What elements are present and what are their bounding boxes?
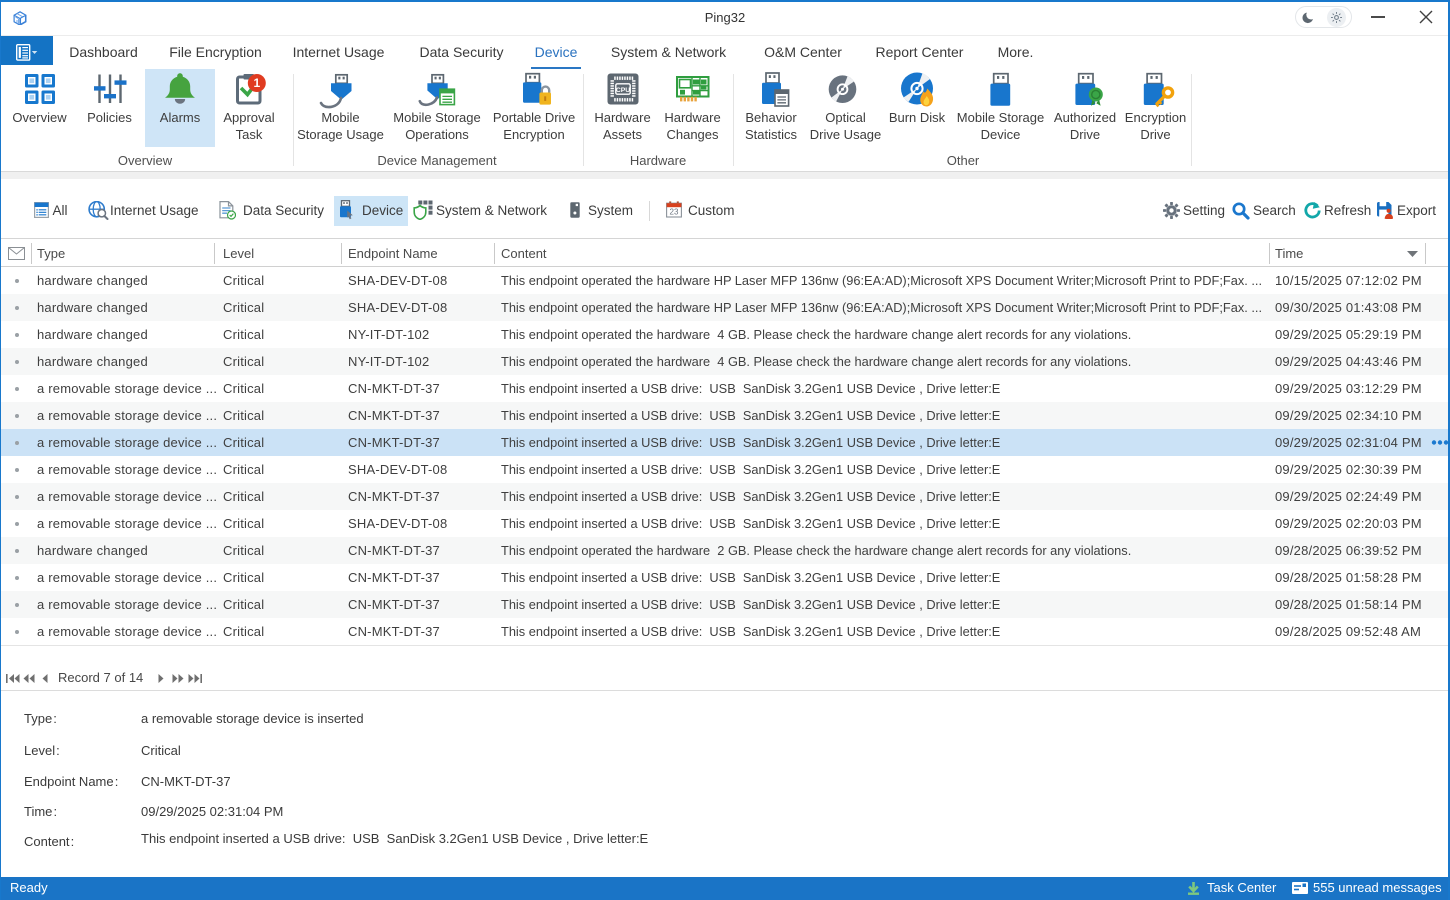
svg-text:1: 1 bbox=[253, 76, 260, 90]
svg-text:23: 23 bbox=[670, 207, 679, 216]
svg-text:CPU: CPU bbox=[616, 87, 630, 94]
